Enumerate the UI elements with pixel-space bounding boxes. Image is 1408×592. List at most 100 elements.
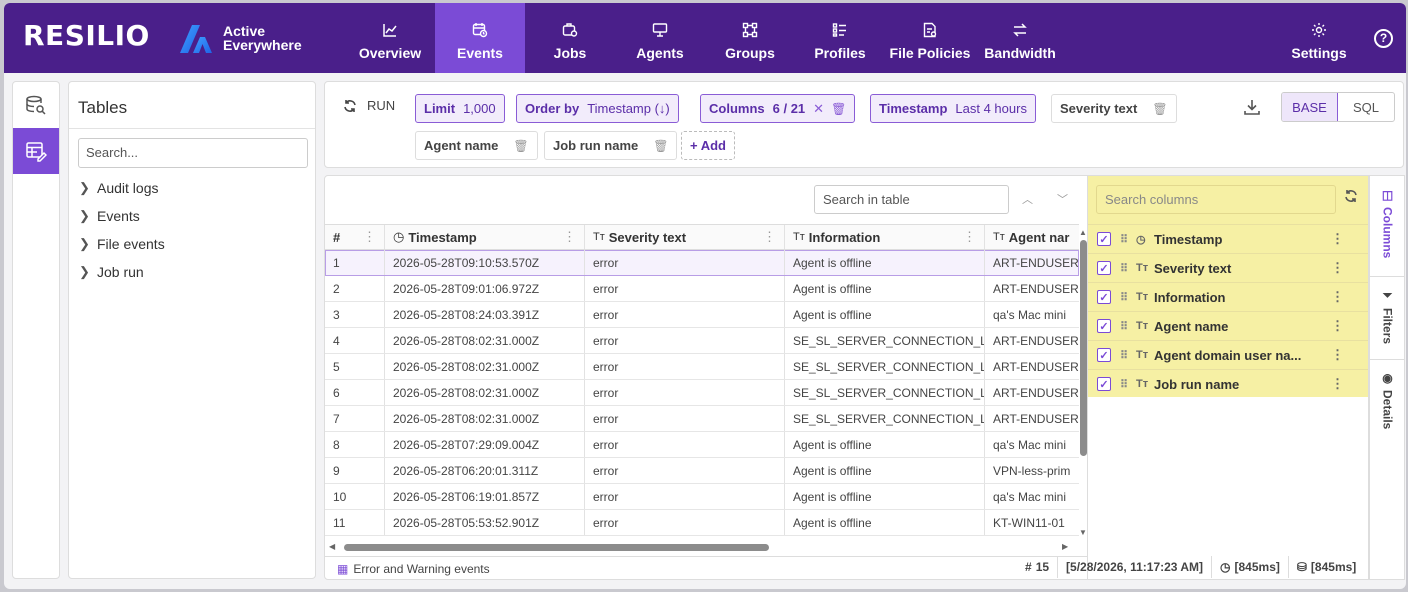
timestamp-chip[interactable]: Timestamp Last 4 hours: [870, 94, 1036, 123]
column-menu-icon[interactable]: ⋮: [763, 229, 776, 245]
column-menu-icon[interactable]: ⋮: [1331, 376, 1344, 392]
cell-severity[interactable]: error: [585, 458, 785, 483]
drag-handle-icon[interactable]: ⠿: [1120, 262, 1136, 275]
cell-agent-name[interactable]: ART-ENDUSER: [985, 406, 1079, 431]
add-filter-button[interactable]: + Add: [681, 131, 735, 160]
checkbox[interactable]: ✓: [1097, 348, 1111, 362]
cell-information[interactable]: SE_SL_SERVER_CONNECTION_L...: [785, 354, 985, 379]
nav-file-policies[interactable]: File Policies: [885, 3, 975, 73]
cell-severity[interactable]: error: [585, 276, 785, 301]
column-menu-icon[interactable]: ⋮: [1331, 318, 1344, 334]
drag-handle-icon[interactable]: ⠿: [1120, 349, 1136, 362]
cell-index[interactable]: 3: [325, 302, 385, 327]
table-row[interactable]: 8 2026-05-28T07:29:09.004Z error Agent is o…: [325, 432, 1079, 458]
column-list-item[interactable]: ✓ ⠿ Tт Agent name ⋮: [1088, 311, 1368, 340]
rail-database-search[interactable]: [13, 82, 59, 128]
horizontal-scrollbar[interactable]: ◀ ▶: [329, 542, 1074, 552]
cell-information[interactable]: Agent is offline: [785, 484, 985, 509]
cell-severity[interactable]: error: [585, 510, 785, 535]
table-row[interactable]: 10 2026-05-28T06:19:01.857Z error Agent is …: [325, 484, 1079, 510]
cell-agent-name[interactable]: KT-WIN11-01: [985, 510, 1079, 535]
nav-overview[interactable]: Overview: [345, 3, 435, 73]
table-row[interactable]: 1 2026-05-28T09:10:53.570Z error Agent is o…: [325, 250, 1079, 276]
column-list-item[interactable]: ✓ ⠿ Tт Agent domain user na... ⋮: [1088, 340, 1368, 369]
run-button[interactable]: RUN: [343, 98, 395, 113]
trash-icon[interactable]: 🗑: [1152, 102, 1167, 116]
cell-index[interactable]: 10: [325, 484, 385, 509]
drag-handle-icon[interactable]: ⠿: [1120, 320, 1136, 333]
limit-chip[interactable]: Limit 1,000: [415, 94, 505, 123]
table-row[interactable]: 11 2026-05-28T05:53:52.901Z error Agent is …: [325, 510, 1079, 536]
cell-index[interactable]: 6: [325, 380, 385, 405]
cell-information[interactable]: Agent is offline: [785, 510, 985, 535]
column-list-item[interactable]: ✓ ⠿ ◷ Timestamp ⋮: [1088, 224, 1368, 253]
cell-information[interactable]: Agent is offline: [785, 302, 985, 327]
column-menu-icon[interactable]: ⋮: [1331, 260, 1344, 276]
column-header-information[interactable]: Tт Information ⋮: [785, 225, 985, 249]
tables-search-input[interactable]: Search...: [78, 138, 308, 168]
cell-index[interactable]: 5: [325, 354, 385, 379]
cell-information[interactable]: SE_SL_SERVER_CONNECTION_L...: [785, 328, 985, 353]
nav-profiles[interactable]: Profiles: [795, 3, 885, 73]
tab-columns[interactable]: ◫ Columns: [1370, 188, 1405, 258]
column-menu-icon[interactable]: ⋮: [363, 229, 376, 245]
table-row[interactable]: 5 2026-05-28T08:02:31.000Z error SE_SL_SERV…: [325, 354, 1079, 380]
column-menu-icon[interactable]: ⋮: [1331, 231, 1344, 247]
cell-timestamp[interactable]: 2026-05-28T08:02:31.000Z: [385, 406, 585, 431]
nav-jobs[interactable]: Jobs: [525, 3, 615, 73]
cell-agent-name[interactable]: VPN-less-prim: [985, 458, 1079, 483]
cell-index[interactable]: 8: [325, 432, 385, 457]
table-row[interactable]: 6 2026-05-28T08:02:31.000Z error SE_SL_SERV…: [325, 380, 1079, 406]
cell-agent-name[interactable]: ART-ENDUSER: [985, 380, 1079, 405]
help-icon[interactable]: ?: [1374, 29, 1393, 48]
chevron-down-icon[interactable]: ﹀: [1057, 191, 1068, 207]
cell-information[interactable]: Agent is offline: [785, 276, 985, 301]
cell-agent-name[interactable]: ART-ENDUSER: [985, 328, 1079, 353]
download-icon[interactable]: [1243, 98, 1261, 121]
cell-agent-name[interactable]: qa's Mac mini: [985, 302, 1079, 327]
cell-index[interactable]: 7: [325, 406, 385, 431]
column-header-timestamp[interactable]: ◷ Timestamp ⋮: [385, 225, 585, 249]
drag-handle-icon[interactable]: ⠿: [1120, 291, 1136, 304]
nav-events[interactable]: Events: [435, 3, 525, 73]
cell-agent-name[interactable]: qa's Mac mini: [985, 432, 1079, 457]
cell-index[interactable]: 2: [325, 276, 385, 301]
job-run-name-chip[interactable]: Job run name 🗑: [544, 131, 678, 160]
cell-agent-name[interactable]: ART-ENDUSER: [985, 354, 1079, 379]
column-list-item[interactable]: ✓ ⠿ Tт Job run name ⋮: [1088, 369, 1368, 398]
column-list-item[interactable]: ✓ ⠿ Tт Severity text ⋮: [1088, 253, 1368, 282]
mode-sql-button[interactable]: SQL: [1338, 93, 1394, 121]
cell-severity[interactable]: error: [585, 250, 785, 275]
tab-details[interactable]: ◉ Details: [1370, 371, 1405, 429]
cell-severity[interactable]: error: [585, 484, 785, 509]
cell-severity[interactable]: error: [585, 432, 785, 457]
scroll-left-icon[interactable]: ◀: [329, 542, 335, 551]
table-row[interactable]: 4 2026-05-28T08:02:31.000Z error SE_SL_SERV…: [325, 328, 1079, 354]
cell-severity[interactable]: error: [585, 406, 785, 431]
cell-timestamp[interactable]: 2026-05-28T06:19:01.857Z: [385, 484, 585, 509]
cell-agent-name[interactable]: ART-ENDUSER: [985, 276, 1079, 301]
column-menu-icon[interactable]: ⋮: [963, 229, 976, 245]
cell-information[interactable]: Agent is offline: [785, 432, 985, 457]
severity-text-chip[interactable]: Severity text 🗑: [1051, 94, 1177, 123]
cell-information[interactable]: Agent is offline: [785, 250, 985, 275]
nav-agents[interactable]: Agents: [615, 3, 705, 73]
cell-timestamp[interactable]: 2026-05-28T09:10:53.570Z: [385, 250, 585, 275]
cell-timestamp[interactable]: 2026-05-28T08:02:31.000Z: [385, 328, 585, 353]
checkbox[interactable]: ✓: [1097, 232, 1111, 246]
trash-icon[interactable]: 🗑: [831, 102, 846, 116]
cell-severity[interactable]: error: [585, 354, 785, 379]
column-header-severity[interactable]: Tт Severity text ⋮: [585, 225, 785, 249]
column-list-item[interactable]: ✓ ⠿ Tт Information ⋮: [1088, 282, 1368, 311]
cell-timestamp[interactable]: 2026-05-28T07:29:09.004Z: [385, 432, 585, 457]
cell-information[interactable]: Agent is offline: [785, 458, 985, 483]
table-row[interactable]: 2 2026-05-28T09:01:06.972Z error Agent is o…: [325, 276, 1079, 302]
tree-item-audit-logs[interactable]: ❯ Audit logs: [69, 174, 315, 202]
table-search-input[interactable]: Search in table: [814, 185, 1009, 214]
tree-item-events[interactable]: ❯ Events: [69, 202, 315, 230]
column-header-agent-name[interactable]: Tт Agent nar: [985, 225, 1079, 249]
cell-severity[interactable]: error: [585, 328, 785, 353]
cell-timestamp[interactable]: 2026-05-28T08:02:31.000Z: [385, 380, 585, 405]
scroll-up-icon[interactable]: ▲: [1079, 228, 1087, 237]
cell-severity[interactable]: error: [585, 302, 785, 327]
